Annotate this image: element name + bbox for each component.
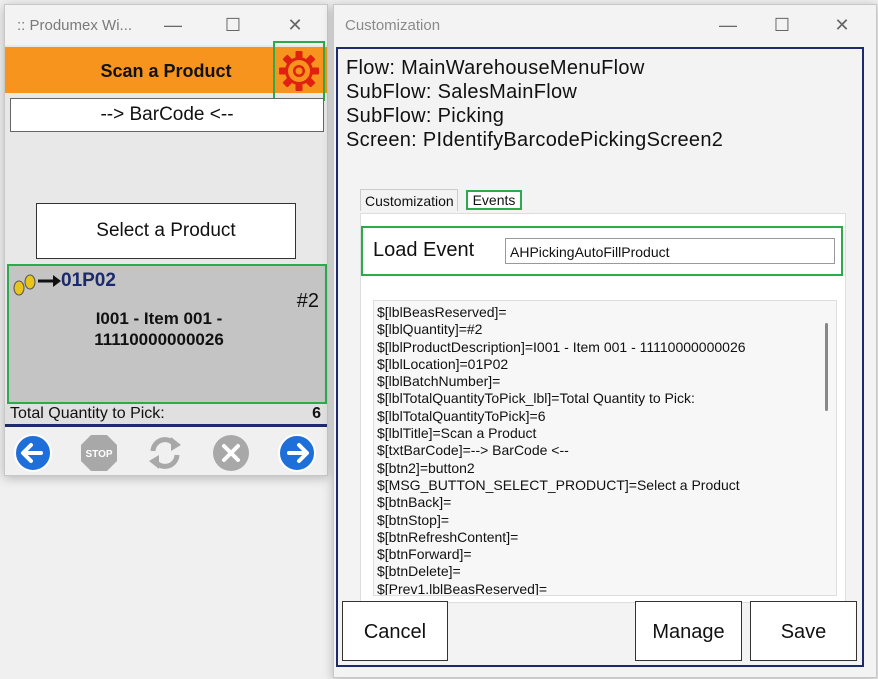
load-event-group: Load Event AHPickingAutoFillProduct (361, 226, 843, 276)
delete-icon[interactable] (211, 433, 251, 473)
code-line: $[btnBack]= (377, 494, 452, 511)
maximize-button[interactable]: ☐ (215, 11, 251, 39)
maximize-button[interactable]: ☐ (764, 11, 800, 39)
subflow-label-2: SubFlow: Picking (346, 105, 505, 127)
customization-panel: Flow: MainWarehouseMenuFlow SubFlow: Sal… (336, 47, 864, 667)
code-line: $[Prev1.lblBeasReserved]= (377, 580, 548, 596)
minimize-button[interactable]: — (710, 11, 746, 39)
events-tab-body: Load Event AHPickingAutoFillProduct $[lb… (360, 213, 846, 603)
refresh-icon[interactable] (145, 433, 185, 473)
nav-bar: STOP (5, 424, 327, 475)
forward-arrow-icon[interactable] (277, 433, 317, 473)
total-quantity-label: Total Quantity to Pick: (10, 405, 165, 422)
total-quantity-value: 6 (312, 405, 321, 422)
subflow-label: SubFlow: SalesMainFlow (346, 81, 578, 103)
code-line: $[lblBeasReserved]= (377, 304, 507, 320)
item-panel[interactable]: 01P02 #2 I001 - Item 001 - 1111000000002… (7, 264, 327, 404)
code-line: $[btn2]=button2 (377, 459, 475, 476)
code-line: $[MSG_BUTTON_SELECT_PRODUCT]=Select a Pr… (377, 476, 740, 493)
screen-label: Screen: PIdentifyBarcodePickingScreen2 (346, 129, 724, 151)
code-line: $[btnRefreshContent]= (377, 528, 519, 545)
code-line: $[lblTotalQuantityToPick_lbl]=Total Quan… (377, 390, 695, 407)
barcode-input[interactable]: --> BarCode <-- (10, 98, 324, 132)
save-button[interactable]: Save (750, 601, 857, 661)
manage-button[interactable]: Manage (635, 601, 742, 661)
code-line: $[txtBarCode]=--> BarCode <-- (377, 442, 569, 459)
cancel-button[interactable]: Cancel (342, 601, 448, 661)
load-event-label: Load Event (373, 239, 475, 261)
tab-events[interactable]: Events (466, 190, 522, 210)
product-description-line2: 11110000000026 (94, 330, 224, 349)
left-titlebar: :: Produmex Wi... — ☐ ✕ (5, 5, 327, 45)
code-line: $[lblLocation]=01P02 (377, 355, 509, 372)
produmex-window: :: Produmex Wi... — ☐ ✕ Scan a Product -… (4, 4, 328, 476)
stop-text: STOP (85, 449, 112, 460)
tab-customization[interactable]: Customization (360, 189, 458, 211)
code-line: $[lblProductDescription]=I001 - Item 001… (377, 338, 746, 355)
stop-icon[interactable]: STOP (79, 433, 119, 473)
screen-variables-textarea[interactable]: $[lblBeasReserved]= $[lblQuantity]=#2 $[lb… (373, 300, 837, 596)
load-event-input[interactable]: AHPickingAutoFillProduct (505, 238, 835, 264)
close-button[interactable]: ✕ (824, 11, 860, 39)
tabs-area: Customization Events Load Event AHPickin… (360, 189, 846, 603)
minimize-button[interactable]: — (155, 11, 191, 39)
code-line: $[btnStop]= (377, 511, 450, 528)
close-button[interactable]: ✕ (277, 11, 313, 39)
code-line: $[lblQuantity]=#2 (377, 321, 483, 338)
back-arrow-icon[interactable] (13, 433, 53, 473)
location-label: 01P02 (61, 270, 116, 291)
select-product-button[interactable]: Select a Product (36, 203, 296, 259)
total-row: Total Quantity to Pick: 6 (5, 404, 327, 424)
code-line: $[lblBatchNumber]= (377, 373, 501, 390)
product-description-line1: I001 - Item 001 - (95, 309, 223, 328)
customization-window-title: Customization (345, 17, 441, 34)
code-line: $[btnDelete]= (377, 563, 461, 580)
gear-icon (279, 51, 319, 91)
customization-window: Customization — ☐ ✕ Flow: MainWarehouseM… (333, 4, 877, 678)
left-window-title: :: Produmex Wi... (17, 17, 133, 34)
product-description: I001 - Item 001 - 11110000000026 (9, 308, 309, 350)
code-line: $[lblTotalQuantityToPick]=6 (377, 407, 546, 424)
flow-label: Flow: MainWarehouseMenuFlow (346, 57, 645, 79)
code-lines: $[lblBeasReserved]= $[lblQuantity]=#2 $[lb… (374, 301, 836, 596)
code-line: $[btnForward]= (377, 546, 472, 563)
code-line: $[lblTitle]=Scan a Product (377, 425, 537, 442)
settings-button[interactable] (273, 41, 325, 101)
scrollbar[interactable] (825, 323, 828, 411)
footsteps-icon (13, 274, 61, 296)
